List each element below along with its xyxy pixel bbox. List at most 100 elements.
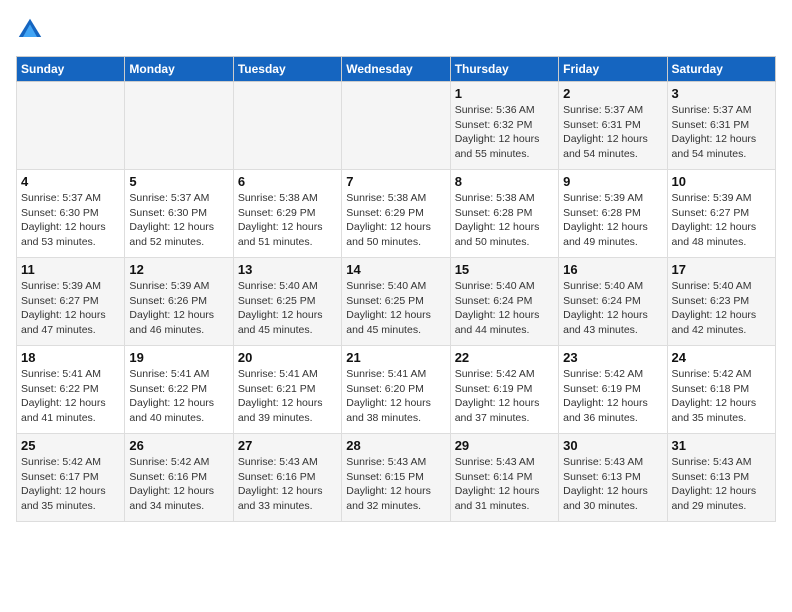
day-info: Sunrise: 5:36 AM Sunset: 6:32 PM Dayligh… bbox=[455, 103, 554, 162]
calendar-cell: 2 Sunrise: 5:37 AM Sunset: 6:31 PM Daylig… bbox=[559, 82, 667, 170]
day-number: 10 bbox=[672, 174, 771, 189]
page-header bbox=[16, 16, 776, 44]
calendar-cell: 6 Sunrise: 5:38 AM Sunset: 6:29 PM Daylig… bbox=[233, 170, 341, 258]
calendar-cell: 8Sunrise: 5:38 AM Sunset: 6:28 PM Daylig… bbox=[450, 170, 558, 258]
calendar-cell: 15Sunrise: 5:40 AM Sunset: 6:24 PM Dayli… bbox=[450, 258, 558, 346]
day-number: 6 bbox=[238, 174, 337, 189]
day-number: 12 bbox=[129, 262, 228, 277]
calendar-cell: 28Sunrise: 5:43 AM Sunset: 6:15 PM Dayli… bbox=[342, 434, 450, 522]
day-info: Sunrise: 5:39 AM Sunset: 6:27 PM Dayligh… bbox=[672, 191, 771, 250]
calendar-cell: 11Sunrise: 5:39 AM Sunset: 6:27 PM Dayli… bbox=[17, 258, 125, 346]
day-info: Sunrise: 5:40 AM Sunset: 6:24 PM Dayligh… bbox=[563, 279, 662, 338]
day-info: Sunrise: 5:41 AM Sunset: 6:20 PM Dayligh… bbox=[346, 367, 445, 426]
day-info: Sunrise: 5:43 AM Sunset: 6:13 PM Dayligh… bbox=[672, 455, 771, 514]
calendar-week-row: 25Sunrise: 5:42 AM Sunset: 6:17 PM Dayli… bbox=[17, 434, 776, 522]
day-info: Sunrise: 5:43 AM Sunset: 6:15 PM Dayligh… bbox=[346, 455, 445, 514]
calendar-cell: 24Sunrise: 5:42 AM Sunset: 6:18 PM Dayli… bbox=[667, 346, 775, 434]
day-number: 2 bbox=[563, 86, 662, 101]
calendar-week-row: 1 Sunrise: 5:36 AM Sunset: 6:32 PM Daylig… bbox=[17, 82, 776, 170]
weekday-header: Saturday bbox=[667, 57, 775, 82]
day-number: 8 bbox=[455, 174, 554, 189]
logo bbox=[16, 16, 48, 44]
day-info: Sunrise: 5:40 AM Sunset: 6:25 PM Dayligh… bbox=[346, 279, 445, 338]
logo-icon bbox=[16, 16, 44, 44]
calendar-cell: 14 Sunrise: 5:40 AM Sunset: 6:25 PM Dayli… bbox=[342, 258, 450, 346]
weekday-header-row: SundayMondayTuesdayWednesdayThursdayFrid… bbox=[17, 57, 776, 82]
calendar-cell: 3Sunrise: 5:37 AM Sunset: 6:31 PM Daylig… bbox=[667, 82, 775, 170]
day-number: 27 bbox=[238, 438, 337, 453]
calendar-cell: 29 Sunrise: 5:43 AM Sunset: 6:14 PM Dayli… bbox=[450, 434, 558, 522]
day-number: 31 bbox=[672, 438, 771, 453]
calendar-cell: 12 Sunrise: 5:39 AM Sunset: 6:26 PM Dayli… bbox=[125, 258, 233, 346]
day-info: Sunrise: 5:39 AM Sunset: 6:26 PM Dayligh… bbox=[129, 279, 228, 338]
calendar-cell: 17 Sunrise: 5:40 AM Sunset: 6:23 PM Dayli… bbox=[667, 258, 775, 346]
day-number: 20 bbox=[238, 350, 337, 365]
calendar-cell: 20 Sunrise: 5:41 AM Sunset: 6:21 PM Dayli… bbox=[233, 346, 341, 434]
day-info: Sunrise: 5:42 AM Sunset: 6:18 PM Dayligh… bbox=[672, 367, 771, 426]
day-number: 19 bbox=[129, 350, 228, 365]
calendar-cell: 4 Sunrise: 5:37 AM Sunset: 6:30 PM Daylig… bbox=[17, 170, 125, 258]
calendar-cell bbox=[342, 82, 450, 170]
day-number: 1 bbox=[455, 86, 554, 101]
weekday-header: Sunday bbox=[17, 57, 125, 82]
calendar-cell: 16 Sunrise: 5:40 AM Sunset: 6:24 PM Dayli… bbox=[559, 258, 667, 346]
day-info: Sunrise: 5:39 AM Sunset: 6:28 PM Dayligh… bbox=[563, 191, 662, 250]
day-info: Sunrise: 5:42 AM Sunset: 6:19 PM Dayligh… bbox=[455, 367, 554, 426]
day-number: 29 bbox=[455, 438, 554, 453]
day-info: Sunrise: 5:43 AM Sunset: 6:14 PM Dayligh… bbox=[455, 455, 554, 514]
day-info: Sunrise: 5:43 AM Sunset: 6:16 PM Dayligh… bbox=[238, 455, 337, 514]
calendar-cell: 9 Sunrise: 5:39 AM Sunset: 6:28 PM Daylig… bbox=[559, 170, 667, 258]
calendar-cell: 7 Sunrise: 5:38 AM Sunset: 6:29 PM Daylig… bbox=[342, 170, 450, 258]
calendar-cell: 30Sunrise: 5:43 AM Sunset: 6:13 PM Dayli… bbox=[559, 434, 667, 522]
weekday-header: Wednesday bbox=[342, 57, 450, 82]
calendar-cell bbox=[125, 82, 233, 170]
day-info: Sunrise: 5:42 AM Sunset: 6:19 PM Dayligh… bbox=[563, 367, 662, 426]
day-number: 22 bbox=[455, 350, 554, 365]
day-number: 16 bbox=[563, 262, 662, 277]
day-number: 17 bbox=[672, 262, 771, 277]
day-info: Sunrise: 5:41 AM Sunset: 6:22 PM Dayligh… bbox=[21, 367, 120, 426]
day-info: Sunrise: 5:43 AM Sunset: 6:13 PM Dayligh… bbox=[563, 455, 662, 514]
calendar-cell: 22 Sunrise: 5:42 AM Sunset: 6:19 PM Dayli… bbox=[450, 346, 558, 434]
day-number: 9 bbox=[563, 174, 662, 189]
calendar-cell: 27 Sunrise: 5:43 AM Sunset: 6:16 PM Dayli… bbox=[233, 434, 341, 522]
weekday-header: Friday bbox=[559, 57, 667, 82]
day-info: Sunrise: 5:42 AM Sunset: 6:16 PM Dayligh… bbox=[129, 455, 228, 514]
day-info: Sunrise: 5:40 AM Sunset: 6:25 PM Dayligh… bbox=[238, 279, 337, 338]
day-number: 14 bbox=[346, 262, 445, 277]
calendar-week-row: 11Sunrise: 5:39 AM Sunset: 6:27 PM Dayli… bbox=[17, 258, 776, 346]
calendar-cell: 13 Sunrise: 5:40 AM Sunset: 6:25 PM Dayli… bbox=[233, 258, 341, 346]
calendar-table: SundayMondayTuesdayWednesdayThursdayFrid… bbox=[16, 56, 776, 522]
day-info: Sunrise: 5:40 AM Sunset: 6:23 PM Dayligh… bbox=[672, 279, 771, 338]
day-number: 3 bbox=[672, 86, 771, 101]
day-number: 23 bbox=[563, 350, 662, 365]
calendar-cell: 1 Sunrise: 5:36 AM Sunset: 6:32 PM Daylig… bbox=[450, 82, 558, 170]
day-number: 15 bbox=[455, 262, 554, 277]
calendar-week-row: 18Sunrise: 5:41 AM Sunset: 6:22 PM Dayli… bbox=[17, 346, 776, 434]
calendar-cell: 31 Sunrise: 5:43 AM Sunset: 6:13 PM Dayli… bbox=[667, 434, 775, 522]
day-info: Sunrise: 5:37 AM Sunset: 6:31 PM Dayligh… bbox=[563, 103, 662, 162]
day-number: 4 bbox=[21, 174, 120, 189]
weekday-header: Tuesday bbox=[233, 57, 341, 82]
calendar-cell bbox=[17, 82, 125, 170]
day-number: 21 bbox=[346, 350, 445, 365]
calendar-cell: 21 Sunrise: 5:41 AM Sunset: 6:20 PM Dayli… bbox=[342, 346, 450, 434]
calendar-cell bbox=[233, 82, 341, 170]
calendar-cell: 26 Sunrise: 5:42 AM Sunset: 6:16 PM Dayli… bbox=[125, 434, 233, 522]
day-number: 7 bbox=[346, 174, 445, 189]
day-number: 5 bbox=[129, 174, 228, 189]
calendar-cell: 5 Sunrise: 5:37 AM Sunset: 6:30 PM Daylig… bbox=[125, 170, 233, 258]
day-info: Sunrise: 5:37 AM Sunset: 6:30 PM Dayligh… bbox=[129, 191, 228, 250]
calendar-cell: 18Sunrise: 5:41 AM Sunset: 6:22 PM Dayli… bbox=[17, 346, 125, 434]
calendar-cell: 19 Sunrise: 5:41 AM Sunset: 6:22 PM Dayli… bbox=[125, 346, 233, 434]
calendar-cell: 23 Sunrise: 5:42 AM Sunset: 6:19 PM Dayli… bbox=[559, 346, 667, 434]
day-info: Sunrise: 5:38 AM Sunset: 6:29 PM Dayligh… bbox=[346, 191, 445, 250]
weekday-header: Thursday bbox=[450, 57, 558, 82]
day-number: 26 bbox=[129, 438, 228, 453]
day-info: Sunrise: 5:37 AM Sunset: 6:30 PM Dayligh… bbox=[21, 191, 120, 250]
calendar-week-row: 4 Sunrise: 5:37 AM Sunset: 6:30 PM Daylig… bbox=[17, 170, 776, 258]
day-info: Sunrise: 5:41 AM Sunset: 6:21 PM Dayligh… bbox=[238, 367, 337, 426]
day-info: Sunrise: 5:41 AM Sunset: 6:22 PM Dayligh… bbox=[129, 367, 228, 426]
day-info: Sunrise: 5:38 AM Sunset: 6:29 PM Dayligh… bbox=[238, 191, 337, 250]
day-number: 13 bbox=[238, 262, 337, 277]
